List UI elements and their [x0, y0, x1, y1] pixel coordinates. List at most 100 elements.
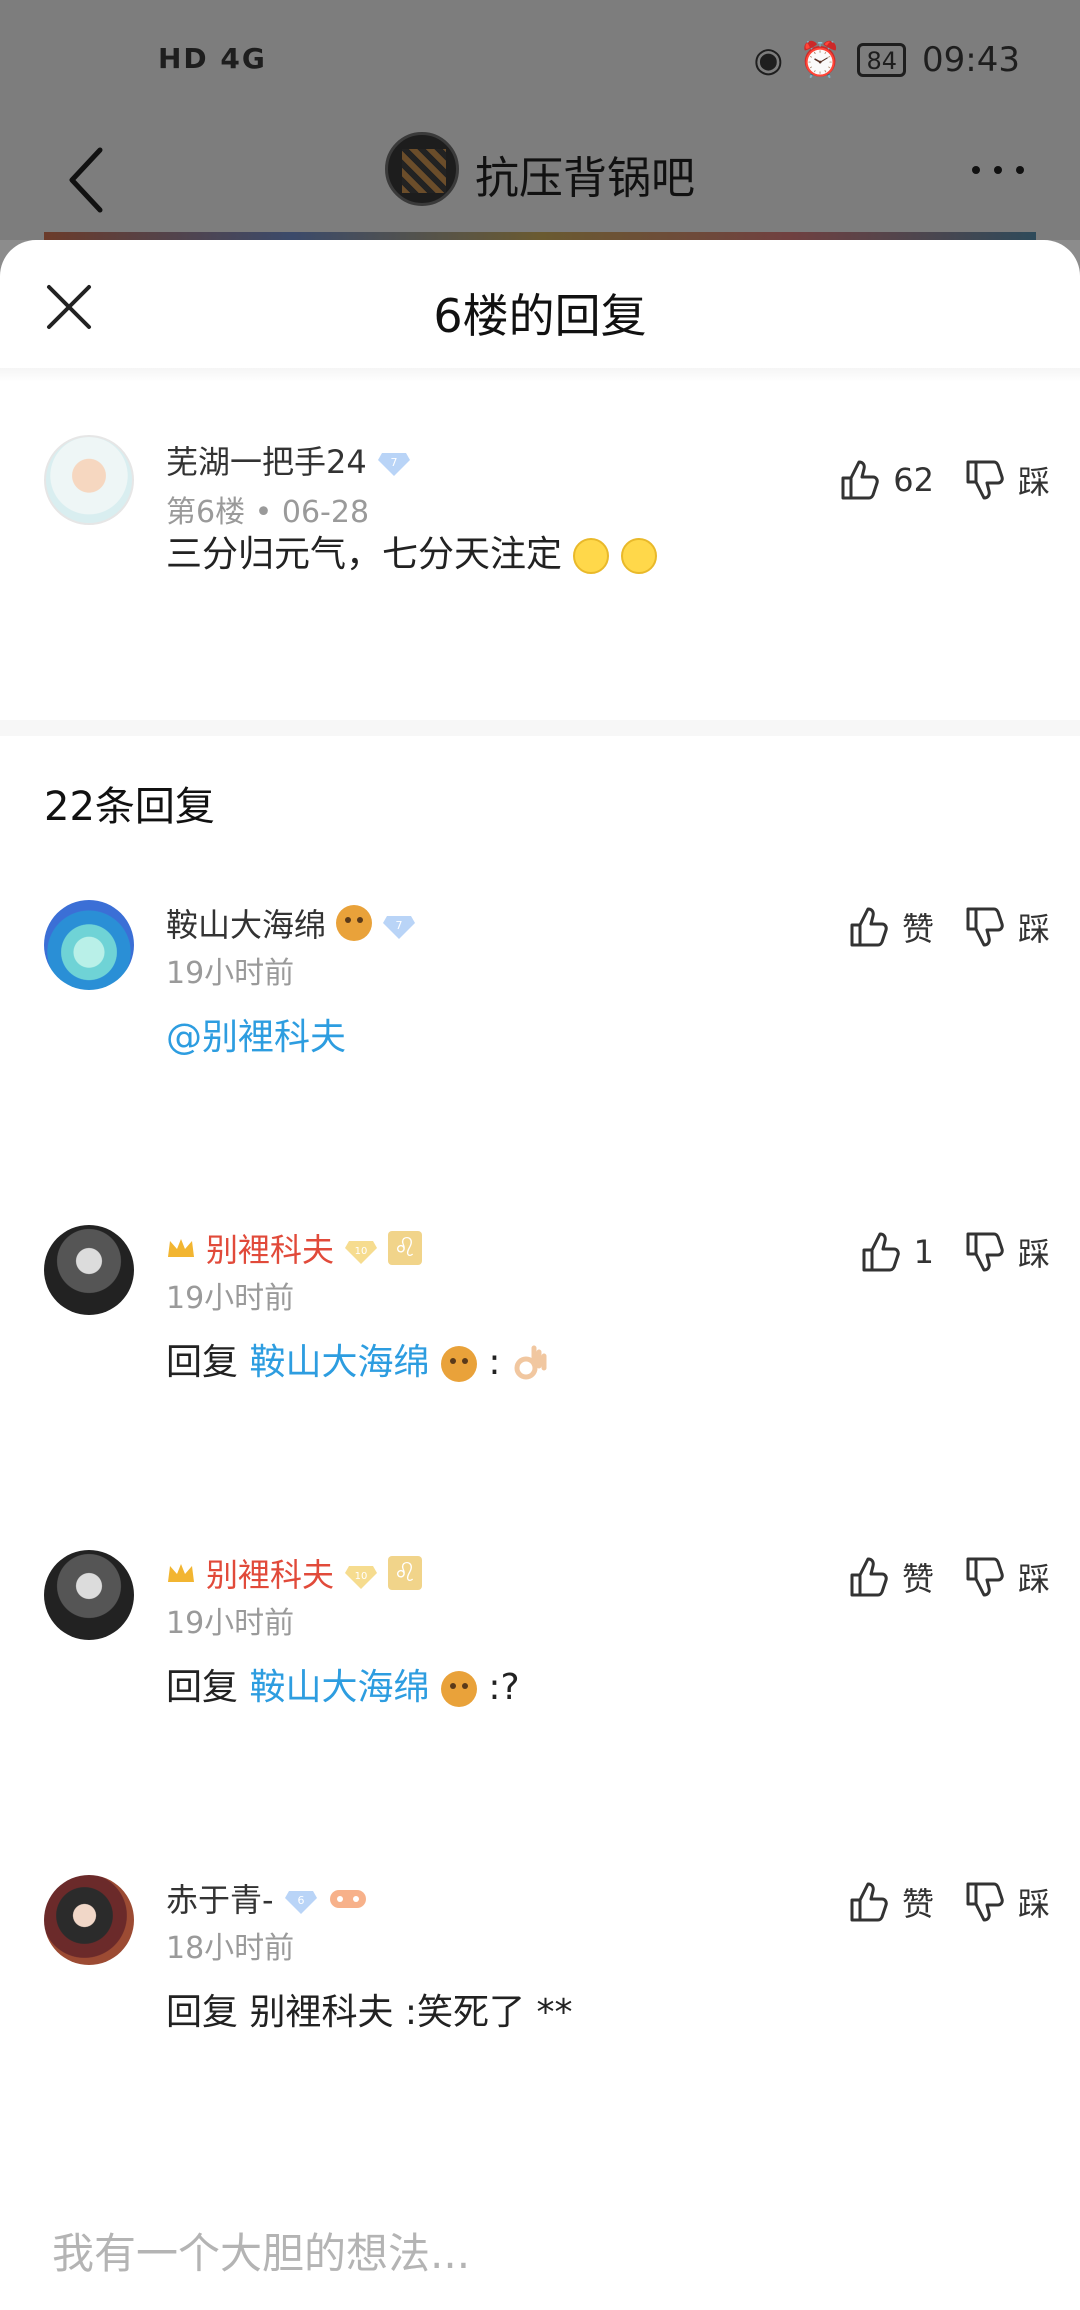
dislike-button[interactable]: 踩 — [962, 457, 1050, 503]
thumbs-up-icon — [850, 907, 888, 947]
status-bar: HD 4G ◉ ⏰ 84 09:43 — [0, 0, 1080, 120]
dislike-button[interactable]: 踩 — [962, 1554, 1050, 1600]
forum-title[interactable]: 抗压背锅吧 — [475, 142, 695, 206]
reply-time: 18小时前 — [166, 1931, 295, 1966]
like-label: 赞 — [901, 1885, 934, 1923]
reply-text[interactable]: @别裡科夫 — [166, 1008, 346, 1060]
reply-suffix: : — [488, 1342, 501, 1383]
username-row: 赤于青- 6 — [166, 1875, 368, 1921]
mention-link[interactable]: 鞍山大海绵 — [249, 1667, 429, 1708]
thumbs-down-icon — [966, 1882, 1004, 1922]
svg-text:6: 6 — [297, 1894, 304, 1907]
like-button[interactable]: 赞 — [846, 1554, 934, 1600]
dislike-label: 踩 — [1017, 463, 1050, 501]
avatar[interactable] — [44, 1550, 134, 1640]
top-bar: 抗压背锅吧 — [0, 120, 1080, 240]
username[interactable]: 赤于青- — [166, 1875, 274, 1921]
status-right: ◉ ⏰ 84 09:43 — [753, 40, 1020, 80]
ok-hand-emoji-icon — [514, 1345, 547, 1380]
like-button[interactable]: 赞 — [846, 904, 934, 950]
svg-text:10: 10 — [355, 1246, 368, 1257]
reply-actions: 赞 踩 — [846, 1554, 1050, 1600]
thumbs-down-icon — [966, 907, 1004, 947]
reply-text[interactable]: 回复 鞍山大海绵 : — [166, 1333, 548, 1385]
dislike-button[interactable]: 踩 — [962, 904, 1050, 950]
monkey-emoji-icon — [336, 905, 373, 941]
username-row: 芜湖一把手24 7 — [166, 437, 411, 483]
comment-text[interactable]: 三分归元气，七分天注定 — [166, 525, 657, 577]
like-label: 赞 — [901, 1560, 934, 1598]
like-button[interactable]: 62 — [837, 458, 934, 502]
svg-text:7: 7 — [390, 456, 397, 469]
avatar[interactable] — [44, 1875, 134, 1965]
reply-suffix: :? — [488, 1667, 520, 1708]
gamepad-icon — [329, 1890, 366, 1908]
like-label: 赞 — [901, 910, 934, 948]
eye-icon: ◉ — [753, 40, 784, 80]
section-separator — [0, 720, 1080, 736]
smile-emoji-icon — [573, 538, 610, 574]
back-icon[interactable] — [62, 140, 112, 220]
crown-icon — [168, 1564, 194, 1582]
thumbs-down-icon — [966, 460, 1004, 500]
zodiac-leo-icon: ♌ — [388, 1556, 423, 1590]
battery-indicator: 84 — [857, 43, 907, 77]
reply-sheet: 6楼的回复 芜湖一把手24 7 第6楼 • 06-28 62 踩 三分归元气，七… — [0, 240, 1080, 2310]
thumbs-up-icon — [841, 460, 880, 500]
dislike-label: 踩 — [1017, 1885, 1050, 1923]
dislike-button[interactable]: 踩 — [962, 1229, 1050, 1275]
username[interactable]: 芜湖一把手24 — [166, 437, 367, 483]
level-badge-icon: 7 — [377, 447, 411, 476]
level-badge-icon: 10 — [344, 1560, 378, 1589]
thumbs-up-icon — [850, 1882, 888, 1922]
like-count: 1 — [913, 1233, 934, 1271]
zodiac-leo-icon: ♌ — [388, 1231, 423, 1265]
dislike-label: 踩 — [1017, 1560, 1050, 1598]
like-button[interactable]: 赞 — [846, 1879, 934, 1925]
level-badge-icon: 6 — [284, 1885, 318, 1914]
avatar[interactable] — [44, 900, 134, 990]
more-icon[interactable] — [968, 160, 1028, 180]
like-button[interactable]: 1 — [858, 1230, 934, 1274]
crown-icon — [168, 1239, 194, 1257]
reply-time: 19小时前 — [166, 956, 295, 991]
forum-avatar[interactable] — [385, 132, 459, 206]
avatar[interactable] — [44, 1225, 134, 1315]
like-count: 62 — [893, 461, 934, 499]
thumbs-down-icon — [966, 1232, 1004, 1272]
thumbs-up-icon — [850, 1557, 888, 1597]
dislike-label: 踩 — [1017, 1235, 1050, 1273]
level-badge-icon: 10 — [344, 1235, 378, 1264]
username[interactable]: 鞍山大海绵 — [166, 900, 326, 946]
username-row: 别裡科夫 10 ♌ — [166, 1225, 423, 1271]
sheet-title: 6楼的回复 — [433, 289, 647, 343]
reply-text[interactable]: 回复 鞍山大海绵 :? — [166, 1658, 520, 1710]
reply-input-bar[interactable]: 我有一个大胆的想法... — [0, 2200, 1080, 2310]
thumbs-up-icon — [862, 1232, 900, 1272]
reply-text[interactable]: 回复 别裡科夫 :笑死了 ** — [166, 1983, 572, 2035]
reply-input[interactable]: 我有一个大胆的想法... — [52, 2220, 470, 2281]
username-row: 别裡科夫 10 ♌ — [166, 1550, 423, 1596]
monkey-emoji-icon — [440, 1346, 477, 1382]
dislike-label: 踩 — [1017, 910, 1050, 948]
reply-time: 19小时前 — [166, 1606, 295, 1641]
smile-emoji-icon — [620, 538, 657, 574]
clock: 09:43 — [922, 40, 1020, 80]
username[interactable]: 别裡科夫 — [206, 1225, 334, 1271]
alarm-icon: ⏰ — [799, 40, 842, 80]
network-indicator: HD 4G — [158, 42, 267, 75]
avatar[interactable] — [44, 435, 134, 525]
level-badge-icon: 7 — [382, 910, 416, 939]
mention-link[interactable]: 鞍山大海绵 — [249, 1342, 429, 1383]
svg-text:7: 7 — [396, 919, 403, 932]
reply-time: 19小时前 — [166, 1281, 295, 1316]
comment-actions: 62 踩 — [837, 457, 1050, 503]
divider — [0, 368, 1080, 382]
mention-link[interactable]: @别裡科夫 — [166, 1017, 346, 1058]
monkey-emoji-icon — [440, 1671, 477, 1707]
reply-actions: 赞 踩 — [846, 904, 1050, 950]
reply-count: 22条回复 — [44, 784, 215, 830]
dislike-button[interactable]: 踩 — [962, 1879, 1050, 1925]
username[interactable]: 别裡科夫 — [206, 1550, 334, 1596]
username-row: 鞍山大海绵 7 — [166, 900, 416, 946]
